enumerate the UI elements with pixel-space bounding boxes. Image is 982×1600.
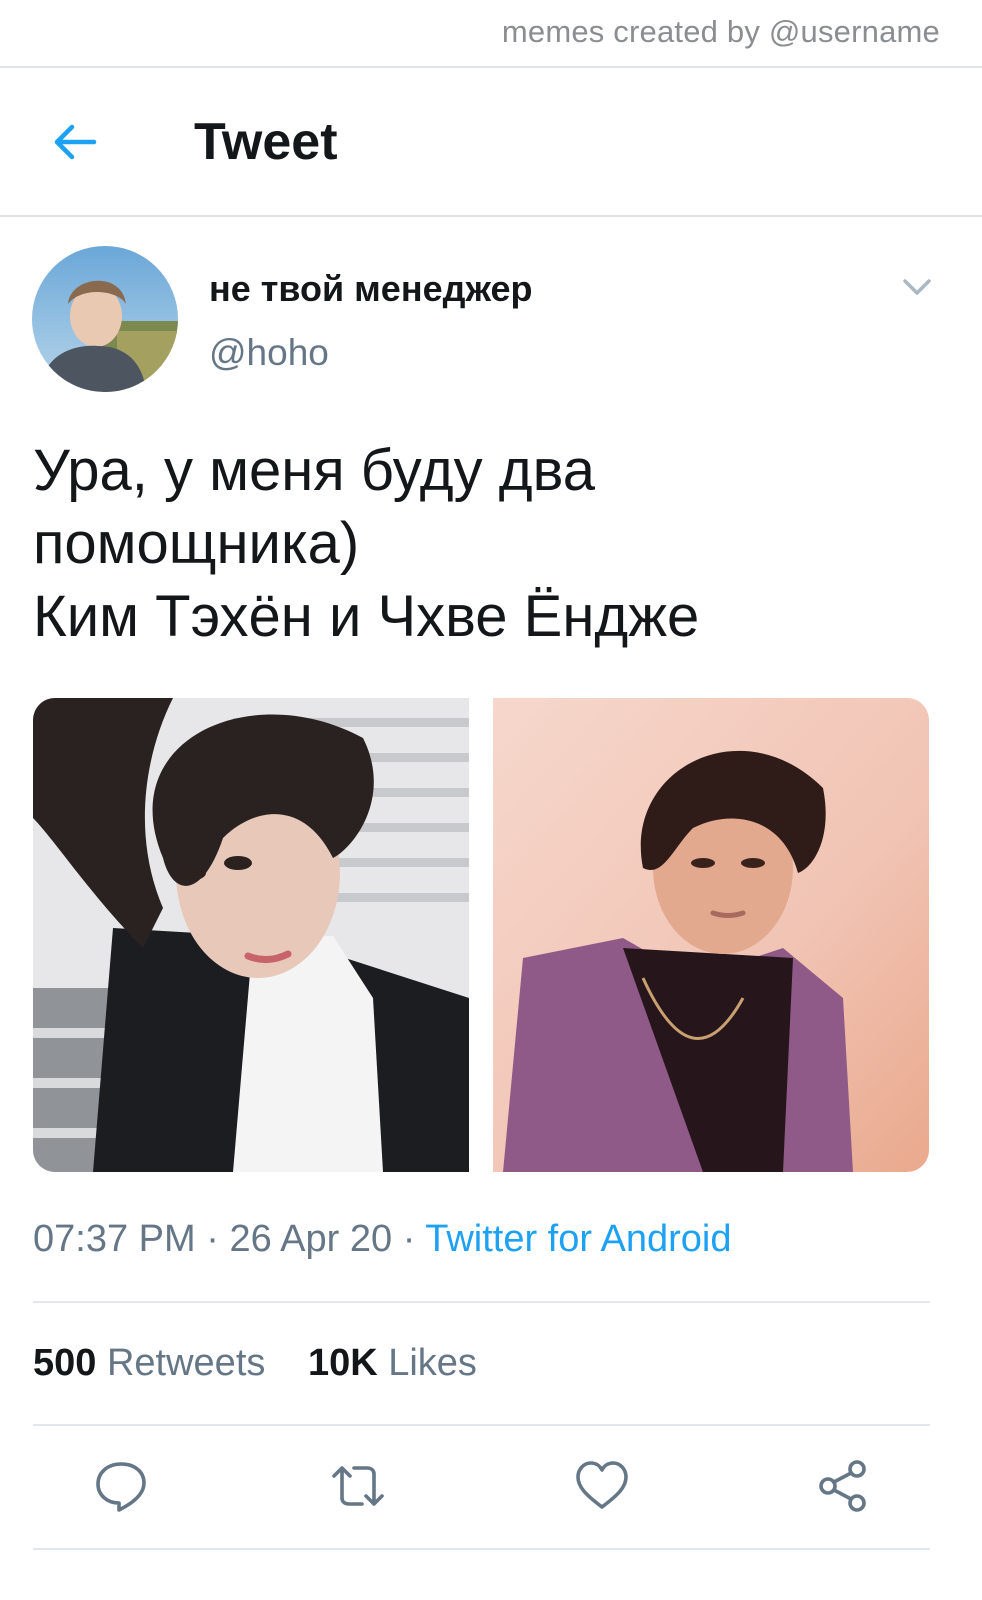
divider xyxy=(33,1424,930,1426)
tweet-source-link[interactable]: Twitter for Android xyxy=(425,1218,731,1260)
author-handle[interactable]: @hoho xyxy=(209,332,329,374)
divider xyxy=(33,1301,930,1303)
tweet-text: Ура, у меня буду два помощника) Ким Тэхё… xyxy=(33,434,933,653)
tweet-text-line: Ким Тэхён и Чхве Ёндже xyxy=(33,584,700,649)
retweets-stat[interactable]: 500 Retweets xyxy=(33,1342,265,1385)
watermark-text: memes created by @username xyxy=(501,14,940,49)
divider xyxy=(33,1548,930,1550)
tweet-photo-2[interactable] xyxy=(493,698,929,1172)
avatar[interactable] xyxy=(32,246,178,392)
tweet-time: 07:37 PM xyxy=(33,1218,196,1260)
likes-label: Likes xyxy=(388,1342,477,1384)
retweets-count: 500 xyxy=(33,1342,97,1384)
meta-separator: · xyxy=(206,1218,219,1260)
top-divider xyxy=(0,66,982,68)
tweet-text-line: Ура, у меня буду два xyxy=(33,438,596,503)
tweet-text-line: помощника) xyxy=(33,511,360,576)
chevron-down-icon[interactable] xyxy=(900,274,934,300)
arrow-left-icon[interactable] xyxy=(50,118,98,166)
likes-stat[interactable]: 10K Likes xyxy=(308,1342,477,1385)
retweet-icon[interactable] xyxy=(330,1458,386,1514)
page-title: Tweet xyxy=(194,113,338,171)
tweet-date: 26 Apr 20 xyxy=(229,1218,393,1260)
retweets-label: Retweets xyxy=(106,1342,266,1384)
tweet-metadata: 07:37 PM · 26 Apr 20 · Twitter for Andro… xyxy=(33,1218,731,1261)
tweet-stats: 500 Retweets 10K Likes xyxy=(33,1342,509,1385)
meta-separator: · xyxy=(402,1218,416,1260)
like-icon[interactable] xyxy=(574,1458,630,1514)
tweet-photo-1[interactable] xyxy=(33,698,469,1172)
header-divider xyxy=(0,215,982,217)
reply-icon[interactable] xyxy=(93,1458,149,1514)
share-icon[interactable] xyxy=(815,1458,871,1514)
author-name[interactable]: не твой менеджер xyxy=(209,268,533,310)
likes-count: 10K xyxy=(307,1342,378,1384)
